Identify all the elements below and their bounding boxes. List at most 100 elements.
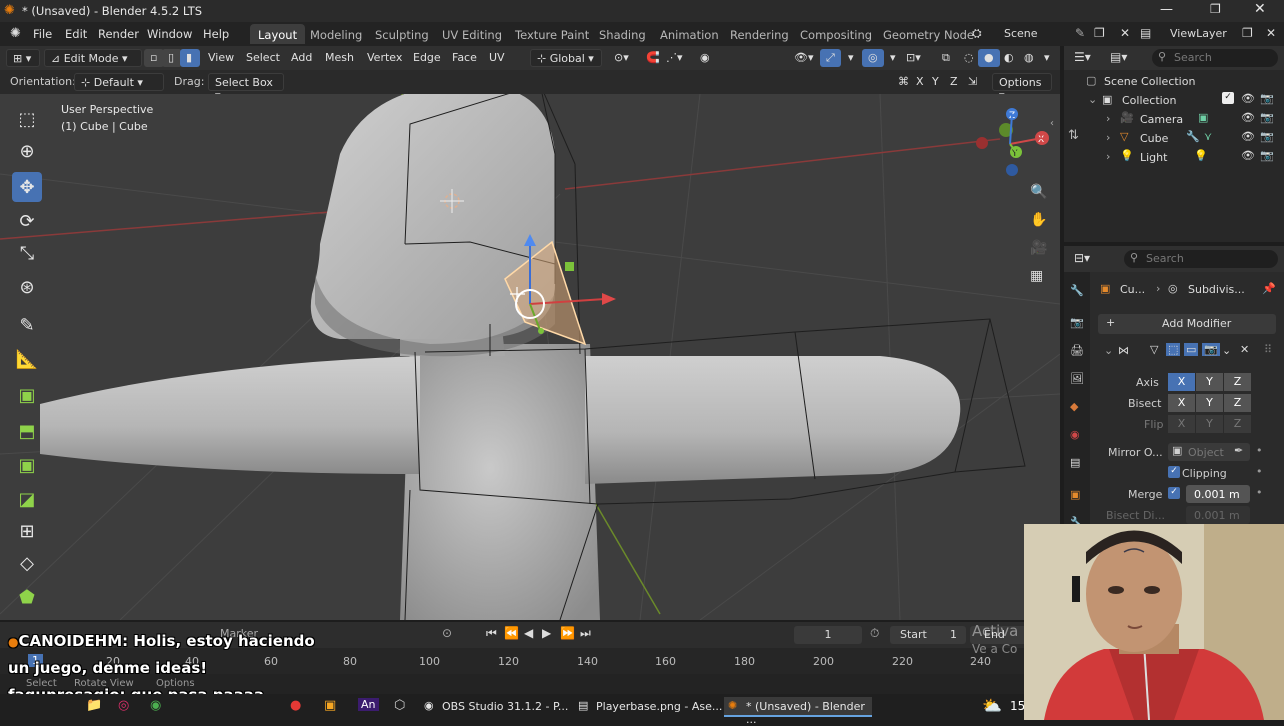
current-frame-field[interactable]: 1 (794, 626, 862, 644)
menu-edge[interactable]: Edge (407, 49, 447, 67)
tab-sculpting[interactable]: Sculpting (367, 24, 437, 44)
tab-geometry-nodes[interactable]: Geometry Node (875, 24, 982, 44)
light-data-icon[interactable]: 💡 (1194, 149, 1208, 162)
pin-icon[interactable]: ✎ (1075, 26, 1085, 40)
visibility-eye-icon[interactable]: 👁 (1241, 130, 1255, 143)
close-icon[interactable]: ✕ (1254, 1, 1266, 17)
axis-z-toggle[interactable]: Z (1224, 373, 1251, 391)
render-camera-icon[interactable]: 📷 (1260, 92, 1274, 105)
menu-uv[interactable]: UV (483, 49, 511, 67)
measure-tool-icon[interactable]: 📐 (12, 344, 42, 374)
editor-type-icon[interactable]: ☰▾ (1074, 50, 1091, 64)
tab-layout[interactable]: Layout (250, 24, 306, 44)
select-box-tool-icon[interactable]: ⬚ (12, 104, 42, 134)
auto-keying-icon[interactable]: ⊙ (442, 626, 452, 640)
proportional-edit-icon[interactable]: ◉ (694, 49, 716, 67)
expand-chevron-icon[interactable]: › (1106, 112, 1110, 125)
blender-menu-icon[interactable]: ✺ (10, 26, 21, 41)
realtime-toggle-icon[interactable]: ▭ (1184, 343, 1199, 356)
axis-x-toggle[interactable]: X (1168, 373, 1195, 391)
wireframe-shading-icon[interactable]: ◌ (958, 49, 980, 67)
bisect-z-toggle[interactable]: Z (1224, 394, 1251, 412)
pivot-icon[interactable]: ⊙▾ (608, 49, 635, 67)
cage-toggle-icon[interactable]: ⬚ (1166, 343, 1181, 356)
maximize-icon[interactable]: ❐ (1210, 2, 1221, 16)
world-tab-icon[interactable]: ◉ (1070, 428, 1080, 441)
loop-cut-tool-icon[interactable]: ⊞ (12, 516, 42, 546)
outliner-row-light[interactable]: › 💡 Light 💡 👁 📷 (1064, 148, 1284, 166)
file-explorer-icon[interactable]: 📁 (86, 698, 102, 713)
output-tab-icon[interactable]: 🖨 (1070, 344, 1084, 357)
3d-viewport[interactable]: User Perspective (1) Cube | Cube Z Y X 🔍… (0, 94, 1060, 620)
play-reverse-icon[interactable]: ◀ (524, 626, 533, 640)
xray-toggle-icon[interactable]: ⧉ (936, 49, 956, 67)
transform-tool-icon[interactable]: ⊛ (12, 272, 42, 302)
orientation-select[interactable]: ⊹ Default ▾ (74, 73, 164, 91)
animate-app-icon[interactable]: An (358, 698, 379, 711)
properties-search-input[interactable]: ⚲ Search (1124, 250, 1278, 268)
edit-mode-toggle-icon[interactable]: ▽ (1150, 343, 1158, 356)
knife-tool-icon[interactable]: ◇ (12, 548, 42, 578)
expand-chevron-icon[interactable]: ⌄ (1088, 93, 1097, 106)
jump-end-icon[interactable]: ⏭ (580, 626, 591, 641)
modifier-menu-icon[interactable]: ⌄ (1222, 344, 1231, 357)
bisect-x-toggle[interactable]: X (1168, 394, 1195, 412)
render-camera-icon[interactable]: 📷 (1260, 111, 1274, 124)
perspective-toggle-icon[interactable]: ▦ (1030, 268, 1043, 284)
tab-shading[interactable]: Shading (591, 24, 654, 44)
outliner-row-collection[interactable]: ⌄ ▣ Collection ✓ 👁 📷 (1064, 91, 1284, 109)
stopwatch-icon[interactable]: ⏱ (870, 626, 879, 641)
eyedropper-icon[interactable]: ✒ (1234, 444, 1243, 457)
bisect-distance-field[interactable]: 0.001 m (1186, 506, 1250, 524)
material-shading-icon[interactable]: ◐ (998, 49, 1020, 67)
pan-view-icon[interactable]: ✋ (1030, 212, 1047, 228)
tab-uv-editing[interactable]: UV Editing (434, 24, 510, 44)
zoom-view-icon[interactable]: 🔍 (1030, 184, 1047, 200)
overlay-toggle-icon[interactable]: ◎ (862, 49, 884, 67)
sidebar-toggle-icon[interactable]: ‹ (1050, 118, 1054, 129)
options-dropdown[interactable]: Options ▾ (992, 73, 1052, 102)
navigation-gizmo[interactable]: Z Y X (970, 100, 1060, 190)
vertex-select-button[interactable]: ▫ (144, 49, 164, 67)
tab-modeling[interactable]: Modeling (302, 24, 370, 44)
menu-add[interactable]: Add (285, 49, 318, 67)
gizmo-toggle-icon[interactable]: ⤢ (820, 49, 841, 67)
jump-keyframe-back-icon[interactable]: ⏪ (504, 626, 519, 640)
menu-vertex[interactable]: Vertex (361, 49, 408, 67)
app-red-icon[interactable]: ● (290, 698, 301, 713)
axis-y-toggle[interactable]: Y (926, 73, 945, 91)
render-camera-icon[interactable]: 📷 (1260, 149, 1274, 162)
mesh-data-icon[interactable]: ⋎ (1204, 130, 1212, 143)
face-select-button[interactable]: ▮ (180, 49, 200, 67)
clipping-checkbox[interactable]: ✓ (1168, 466, 1180, 478)
delete-view-layer-icon[interactable]: ✕ (1266, 26, 1276, 40)
menu-file[interactable]: File (33, 27, 52, 41)
flip-y-toggle[interactable]: Y (1196, 415, 1223, 433)
axis-z-toggle[interactable]: Z (944, 73, 964, 91)
pin-icon[interactable]: 📌 (1262, 282, 1276, 295)
tab-compositing[interactable]: Compositing (792, 24, 880, 44)
editor-type-button[interactable]: ⊞ ▾ (6, 49, 40, 67)
camera-data-icon[interactable]: ▣ (1198, 111, 1208, 124)
axis-y-toggle[interactable]: Y (1196, 373, 1223, 391)
merge-distance-field[interactable]: 0.001 m (1186, 485, 1250, 503)
outliner-row-camera[interactable]: › 🎥 Camera ▣ 👁 📷 (1064, 110, 1284, 128)
menu-face[interactable]: Face (446, 49, 483, 67)
view-layer-name[interactable]: ViewLayer (1170, 27, 1227, 40)
menu-select[interactable]: Select (240, 49, 286, 67)
bisect-y-toggle[interactable]: Y (1196, 394, 1223, 412)
display-mode-icon[interactable]: ▤▾ (1110, 50, 1127, 64)
visibility-eye-icon[interactable]: 👁 (1241, 149, 1255, 162)
outliner-row-scene-collection[interactable]: ▢ Scene Collection (1064, 72, 1284, 90)
bevel-tool-icon[interactable]: ◪ (12, 484, 42, 514)
menu-render[interactable]: Render (98, 27, 139, 41)
start-frame-field[interactable]: Start 1 (890, 626, 966, 644)
menu-window[interactable]: Window (147, 27, 192, 41)
render-camera-icon[interactable]: 📷 (1260, 130, 1274, 143)
inset-tool-icon[interactable]: ▣ (12, 450, 42, 480)
tab-texture-paint[interactable]: Texture Paint (507, 24, 597, 44)
taskbar-obs[interactable]: ◉ OBS Studio 31.1.2 - P... (420, 697, 574, 717)
menu-view[interactable]: View (202, 49, 240, 67)
scene-name[interactable]: Scene (1004, 27, 1038, 40)
add-cube-tool-icon[interactable]: ▣ (12, 380, 42, 410)
